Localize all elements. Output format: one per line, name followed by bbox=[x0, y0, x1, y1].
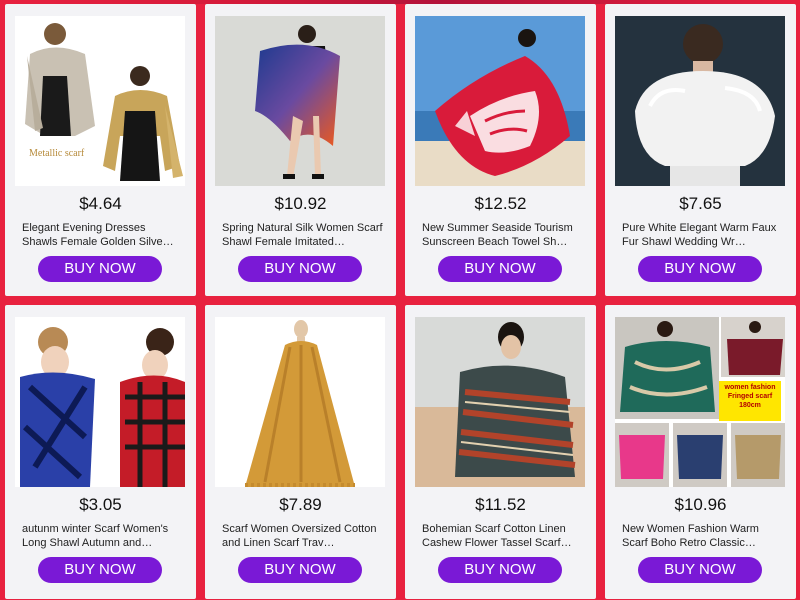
product-price: $12.52 bbox=[474, 194, 527, 213]
product-price: $7.89 bbox=[279, 495, 322, 514]
product-card[interactable]: $11.52 Bohemian Scarf Cotton Linen Cashe… bbox=[405, 305, 596, 599]
product-image-boho-fringed-scarf[interactable]: women fashion Fringed scarf 180cm bbox=[615, 317, 785, 487]
product-title[interactable]: New Summer Seaside Tourism Sunscreen Bea… bbox=[422, 222, 584, 249]
product-image-metallic-scarf[interactable]: Metallic scarf bbox=[15, 16, 185, 186]
product-image-beach-shawl[interactable] bbox=[415, 16, 585, 186]
product-title[interactable]: Pure White Elegant Warm Faux Fur Shawl W… bbox=[622, 222, 784, 249]
product-title[interactable]: Bohemian Scarf Cotton Linen Cashew Flowe… bbox=[422, 523, 584, 550]
buy-now-button[interactable]: BUY NOW bbox=[638, 256, 762, 282]
product-card[interactable]: $7.89 Scarf Women Oversized Cotton and L… bbox=[205, 305, 396, 599]
product-grid: Metallic scarf $4.64 Elegant Evening Dre… bbox=[5, 4, 796, 599]
product-price: $7.65 bbox=[679, 194, 722, 213]
product-image-bohemian-scarf[interactable] bbox=[415, 317, 585, 487]
product-price: $3.05 bbox=[79, 495, 122, 514]
product-price: $10.92 bbox=[274, 194, 327, 213]
buy-now-button[interactable]: BUY NOW bbox=[438, 256, 562, 282]
product-card[interactable]: $3.05 autunm winter Scarf Women's Long S… bbox=[5, 305, 196, 599]
buy-now-button[interactable]: BUY NOW bbox=[238, 256, 362, 282]
buy-now-button[interactable]: BUY NOW bbox=[38, 557, 162, 583]
product-title[interactable]: Spring Natural Silk Women Scarf Shawl Fe… bbox=[222, 222, 384, 249]
product-card[interactable]: $7.65 Pure White Elegant Warm Faux Fur S… bbox=[605, 4, 796, 296]
badge-line: women fashion bbox=[724, 384, 776, 391]
product-card[interactable]: $10.92 Spring Natural Silk Women Scarf S… bbox=[205, 4, 396, 296]
product-image-plaid-scarves[interactable] bbox=[15, 317, 185, 487]
product-price: $11.52 bbox=[475, 495, 526, 514]
product-image-faux-fur-shawl[interactable] bbox=[615, 16, 785, 186]
buy-now-button[interactable]: BUY NOW bbox=[438, 557, 562, 583]
product-price: $4.64 bbox=[79, 194, 122, 213]
product-image-gradient-silk-scarf[interactable] bbox=[215, 16, 385, 186]
image-caption: Metallic scarf bbox=[29, 148, 85, 159]
product-title[interactable]: autunm winter Scarf Women's Long Shawl A… bbox=[22, 523, 184, 550]
buy-now-button[interactable]: BUY NOW bbox=[638, 557, 762, 583]
badge-line: 180cm bbox=[739, 402, 761, 409]
product-title[interactable]: Elegant Evening Dresses Shawls Female Go… bbox=[22, 222, 184, 249]
product-card[interactable]: Metallic scarf $4.64 Elegant Evening Dre… bbox=[5, 4, 196, 296]
product-card[interactable]: women fashion Fringed scarf 180cm $10.96… bbox=[605, 305, 796, 599]
buy-now-button[interactable]: BUY NOW bbox=[38, 256, 162, 282]
badge-line: Fringed scarf bbox=[727, 393, 773, 400]
product-card[interactable]: $12.52 New Summer Seaside Tourism Sunscr… bbox=[405, 4, 596, 296]
buy-now-button[interactable]: BUY NOW bbox=[238, 557, 362, 583]
product-title[interactable]: Scarf Women Oversized Cotton and Linen S… bbox=[222, 523, 384, 550]
product-image-mustard-scarf[interactable] bbox=[215, 317, 385, 487]
product-price: $10.96 bbox=[674, 495, 727, 514]
product-title[interactable]: New Women Fashion Warm Scarf Boho Retro … bbox=[622, 523, 784, 550]
image-badge: women fashion Fringed scarf 180cm bbox=[719, 381, 781, 421]
